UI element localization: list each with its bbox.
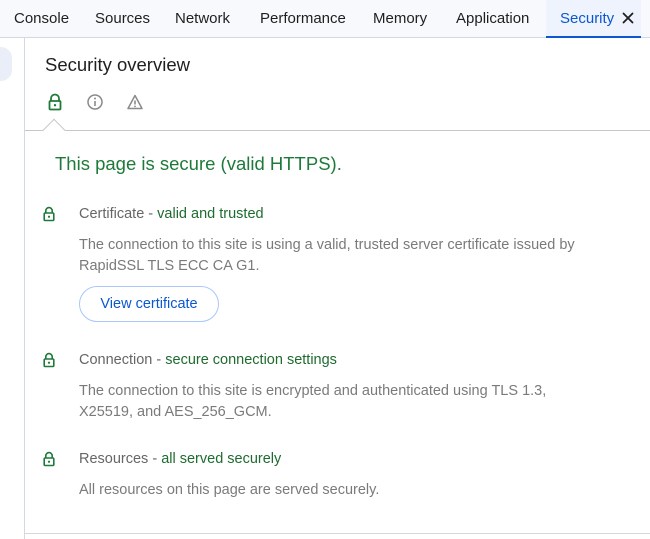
lock-icon[interactable]	[46, 93, 64, 111]
security-summary: This page is secure (valid HTTPS).	[55, 153, 342, 174]
header-divider	[25, 130, 650, 131]
tab-memory[interactable]: Memory	[373, 0, 427, 38]
certificate-separator: -	[144, 206, 158, 222]
resources-description: All resources on this page are served se…	[79, 482, 380, 498]
view-certificate-button[interactable]: View certificate	[79, 286, 219, 322]
devtools-tab-bar: Console Sources Network Performance Memo…	[0, 0, 650, 38]
certificate-label: Certificate	[79, 206, 145, 222]
connection-heading: Connection - secure connection settings	[79, 352, 337, 368]
resources-separator: -	[148, 451, 162, 467]
resources-heading: Resources - all served securely	[79, 451, 281, 467]
selected-view-pointer	[42, 118, 66, 142]
bottom-divider	[25, 533, 650, 534]
connection-description: The connection to this site is encrypted…	[79, 383, 547, 420]
sidebar-selected-item[interactable]	[0, 47, 12, 81]
certificate-heading: Certificate - valid and trusted	[79, 206, 264, 222]
tab-performance[interactable]: Performance	[260, 0, 346, 38]
close-tab-icon[interactable]	[621, 11, 635, 25]
tab-application[interactable]: Application	[456, 0, 529, 38]
tab-network[interactable]: Network	[175, 0, 230, 38]
certificate-lock-icon	[43, 206, 55, 222]
certificate-status: valid and trusted	[157, 206, 264, 222]
connection-separator: -	[152, 352, 166, 368]
connection-lock-icon	[43, 352, 55, 368]
info-icon[interactable]	[86, 93, 104, 111]
certificate-description: The connection to this site is using a v…	[79, 237, 575, 274]
sidebar-rail	[0, 38, 25, 539]
panel-title: Security overview	[45, 54, 190, 75]
resources-lock-icon	[43, 451, 55, 467]
connection-label: Connection	[79, 352, 153, 368]
warning-icon[interactable]	[126, 93, 144, 111]
tab-sources[interactable]: Sources	[95, 0, 150, 38]
resources-label: Resources	[79, 451, 149, 467]
tab-console[interactable]: Console	[14, 0, 69, 38]
connection-status: secure connection settings	[165, 352, 337, 368]
resources-status: all served securely	[161, 451, 282, 467]
tab-security-label: Security	[560, 10, 615, 27]
